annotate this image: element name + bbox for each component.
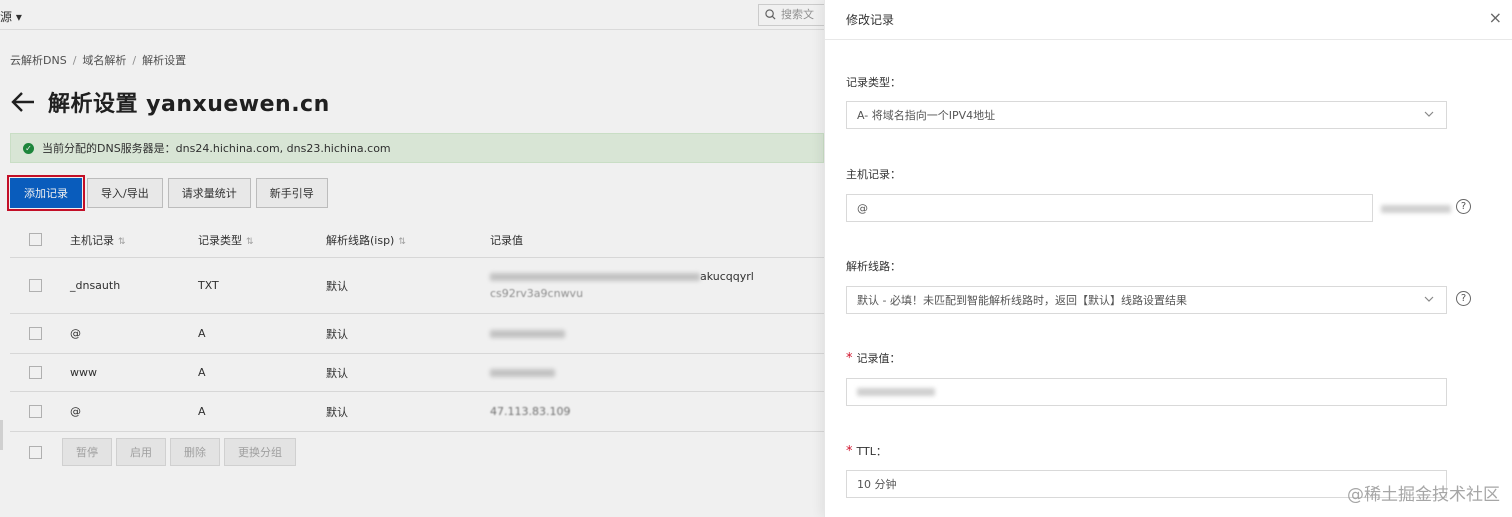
redacted-value [857, 388, 935, 396]
ttl-value: 10 分钟 [857, 478, 897, 491]
drawer-header: 修改记录 [825, 0, 1512, 40]
resolution-line-label: 解析线路： [846, 260, 901, 273]
help-icon[interactable]: ? [1456, 199, 1471, 214]
redacted-domain-suffix [1381, 205, 1451, 213]
edit-record-drawer: 修改记录 × 记录类型： A- 将域名指向一个IPV4地址 主机记录： @ ? … [824, 0, 1512, 517]
chevron-down-icon [1424, 111, 1434, 117]
host-record-label: 主机记录： [846, 168, 901, 181]
required-marker: * [846, 351, 853, 366]
host-record-input[interactable]: @ [846, 194, 1373, 222]
record-type-label: 记录类型： [846, 76, 901, 89]
resolution-line-select[interactable]: 默认 - 必填！未匹配到智能解析线路时，返回【默认】线路设置结果 [846, 286, 1447, 314]
record-type-value: A- 将域名指向一个IPV4地址 [857, 109, 996, 122]
record-value-input[interactable] [846, 378, 1447, 406]
resolution-line-value: 默认 - 必填！未匹配到智能解析线路时，返回【默认】线路设置结果 [857, 294, 1187, 307]
help-icon[interactable]: ? [1456, 291, 1471, 306]
watermark: @稀土掘金技术社区 [1347, 485, 1500, 505]
drawer-title: 修改记录 [846, 13, 895, 27]
modal-overlay[interactable] [0, 0, 824, 517]
ttl-label: * TTL： [846, 444, 887, 459]
close-icon[interactable]: × [1489, 8, 1502, 28]
record-type-select[interactable]: A- 将域名指向一个IPV4地址 [846, 101, 1447, 129]
chevron-down-icon [1424, 296, 1434, 302]
record-value-label: * 记录值： [846, 351, 901, 366]
host-record-value: @ [857, 201, 868, 215]
required-marker: * [846, 444, 853, 459]
